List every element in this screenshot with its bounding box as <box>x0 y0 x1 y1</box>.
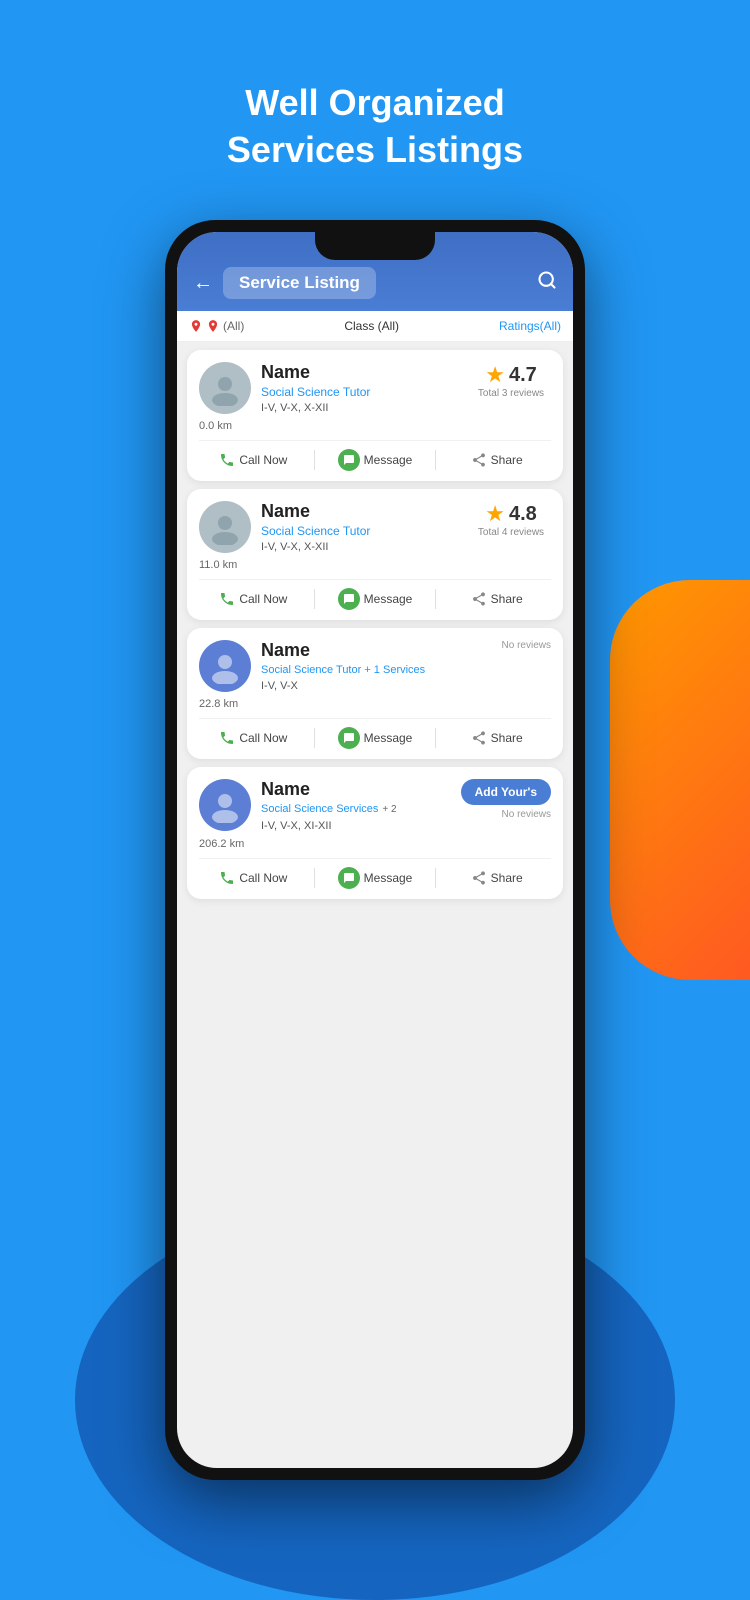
card-info-2: Name Social Science Tutor I-V, V-X, X-XI… <box>261 501 461 553</box>
rating-number-1: 4.7 <box>509 364 537 387</box>
listing-content: Name Social Science Tutor I-V, V-X, X-XI… <box>177 342 573 907</box>
card-actions-2: Call Now Message Share <box>199 579 551 610</box>
card-grades-3: I-V, V-X <box>261 680 461 692</box>
search-icon[interactable] <box>537 270 557 296</box>
phone-screen: ← Service Listing (All) Class (All) Rati <box>177 232 573 1468</box>
share-button-4[interactable]: Share <box>442 870 551 886</box>
rating-total-1: Total 3 reviews <box>478 388 544 399</box>
card-info-4: Name Social Science Services + 2 I-V, V-… <box>261 779 451 831</box>
call-label-1: Call Now <box>239 453 287 467</box>
share-label-1: Share <box>491 453 523 467</box>
back-button[interactable]: ← <box>193 272 213 295</box>
message-label-2: Message <box>364 592 413 606</box>
message-button-2[interactable]: Message <box>321 588 430 610</box>
avatar-2 <box>199 501 251 553</box>
card-distance-1: 0.0 km <box>199 420 551 432</box>
card-grades-2: I-V, V-X, X-XII <box>261 541 461 553</box>
divider-2b <box>435 589 436 609</box>
card-subtitle-3: Social Science Tutor + 1 Services <box>261 663 461 677</box>
filter-location-label: (All) <box>223 319 244 333</box>
divider-4b <box>435 868 436 888</box>
message-label-3: Message <box>364 731 413 745</box>
add-yours-button[interactable]: Add Your's <box>461 779 551 805</box>
card-grades-4: I-V, V-X, XI-XII <box>261 820 451 832</box>
service-card-3: Name Social Science Tutor + 1 Services I… <box>187 628 563 759</box>
card-name-1: Name <box>261 362 461 383</box>
page-header-title: Well Organized Services Listings <box>0 80 750 174</box>
rating-total-2: Total 4 reviews <box>478 527 544 538</box>
card-info-1: Name Social Science Tutor I-V, V-X, X-XI… <box>261 362 461 414</box>
call-button-1[interactable]: Call Now <box>199 452 308 468</box>
share-label-4: Share <box>491 871 523 885</box>
filter-class-value: (All) <box>378 319 399 333</box>
message-button-3[interactable]: Message <box>321 727 430 749</box>
call-label-3: Call Now <box>239 731 287 745</box>
call-button-2[interactable]: Call Now <box>199 591 308 607</box>
divider-3a <box>314 728 315 748</box>
filter-ratings[interactable]: Ratings(All) <box>499 319 561 333</box>
divider-1b <box>435 450 436 470</box>
call-button-3[interactable]: Call Now <box>199 730 308 746</box>
card-no-review-3: No reviews <box>471 640 551 651</box>
card-name-4: Name <box>261 779 451 800</box>
filter-class[interactable]: Class (All) <box>252 319 491 333</box>
avatar-4 <box>199 779 251 831</box>
rating-number-2: 4.8 <box>509 503 537 526</box>
share-label-3: Share <box>491 731 523 745</box>
card-rating-2: ★ 4.8 Total 4 reviews <box>471 501 551 538</box>
share-button-3[interactable]: Share <box>442 730 551 746</box>
service-card-1: Name Social Science Tutor I-V, V-X, X-XI… <box>187 350 563 481</box>
card-actions-4: Call Now Message Share <box>199 858 551 889</box>
card-distance-2: 11.0 km <box>199 559 551 571</box>
share-button-2[interactable]: Share <box>442 591 551 607</box>
divider-1a <box>314 450 315 470</box>
no-reviews-label-4: No reviews <box>502 809 551 820</box>
avatar-3 <box>199 640 251 692</box>
card-name-2: Name <box>261 501 461 522</box>
header-title-box: Service Listing <box>223 267 376 299</box>
star-icon-1: ★ <box>485 362 505 388</box>
filter-location[interactable]: (All) <box>189 319 244 333</box>
phone-frame: ← Service Listing (All) Class (All) Rati <box>165 220 585 1480</box>
plus-badge-4: + 2 <box>382 804 396 815</box>
call-button-4[interactable]: Call Now <box>199 870 308 886</box>
divider-3b <box>435 728 436 748</box>
card-distance-4: 206.2 km <box>199 838 551 850</box>
phone-notch <box>315 232 435 260</box>
share-button-1[interactable]: Share <box>442 452 551 468</box>
message-button-1[interactable]: Message <box>321 449 430 471</box>
service-card-2: Name Social Science Tutor I-V, V-X, X-XI… <box>187 489 563 620</box>
divider-4a <box>314 868 315 888</box>
star-icon-2: ★ <box>485 501 505 527</box>
filter-class-label: Class <box>344 319 374 333</box>
service-card-4: Name Social Science Services + 2 I-V, V-… <box>187 767 563 898</box>
card-rating-4: Add Your's No reviews <box>461 779 551 820</box>
card-subtitle-2: Social Science Tutor <box>261 524 461 538</box>
card-actions-3: Call Now Message Share <box>199 718 551 749</box>
card-rating-1: ★ 4.7 Total 3 reviews <box>471 362 551 399</box>
card-grades-1: I-V, V-X, X-XII <box>261 402 461 414</box>
message-button-4[interactable]: Message <box>321 867 430 889</box>
card-actions-1: Call Now Message Share <box>199 440 551 471</box>
screen-title: Service Listing <box>239 273 360 292</box>
call-label-2: Call Now <box>239 592 287 606</box>
card-info-3: Name Social Science Tutor + 1 Services I… <box>261 640 461 692</box>
share-label-2: Share <box>491 592 523 606</box>
card-subtitle-4: Social Science Services <box>261 802 378 816</box>
filter-row: (All) Class (All) Ratings(All) <box>177 311 573 342</box>
divider-2a <box>314 589 315 609</box>
orange-wave-decoration <box>610 580 750 980</box>
message-label-4: Message <box>364 871 413 885</box>
avatar-1 <box>199 362 251 414</box>
call-label-4: Call Now <box>239 871 287 885</box>
card-name-3: Name <box>261 640 461 661</box>
no-reviews-label-3: No reviews <box>502 640 551 651</box>
card-distance-3: 22.8 km <box>199 698 551 710</box>
card-subtitle-1: Social Science Tutor <box>261 385 461 399</box>
message-label-1: Message <box>364 453 413 467</box>
